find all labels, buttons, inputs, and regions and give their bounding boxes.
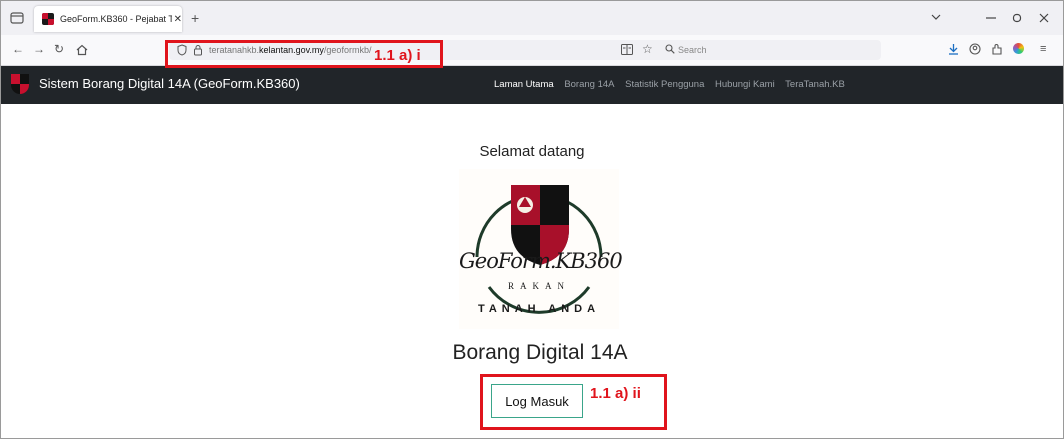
profile-icon[interactable] bbox=[1013, 43, 1024, 54]
tab-list-icon[interactable] bbox=[9, 10, 25, 26]
tab-title: GeoForm.KB360 - Pejabat Tanah bbox=[59, 14, 172, 24]
annotation-login-label: 1.1 a) ii bbox=[590, 385, 641, 402]
site-logo-icon[interactable] bbox=[11, 74, 29, 94]
reload-icon[interactable]: ↻ bbox=[54, 42, 64, 56]
tab-close-icon[interactable]: ✕ bbox=[174, 14, 182, 25]
logo-tagline-text: TANAH ANDA bbox=[477, 303, 601, 315]
logo-script-text: GeoForm.KB360 bbox=[459, 249, 623, 273]
menu-icon[interactable]: ≡ bbox=[1040, 43, 1046, 55]
site-header: Sistem Borang Digital 14A (GeoForm.KB360… bbox=[1, 66, 1063, 104]
browser-window: GeoForm.KB360 - Pejabat Tanah ✕ + ← → ↻ … bbox=[0, 0, 1064, 439]
tab-active[interactable]: GeoForm.KB360 - Pejabat Tanah ✕ bbox=[34, 6, 182, 32]
site-brand[interactable]: Sistem Borang Digital 14A (GeoForm.KB360… bbox=[39, 76, 300, 91]
home-icon[interactable] bbox=[76, 44, 88, 56]
new-tab-button[interactable]: + bbox=[191, 10, 199, 26]
page-heading: Borang Digital 14A bbox=[452, 341, 628, 364]
account-icon[interactable] bbox=[969, 43, 981, 55]
nav-borang-14a[interactable]: Borang 14A bbox=[564, 79, 614, 90]
chevron-down-icon[interactable] bbox=[931, 12, 941, 22]
close-icon[interactable] bbox=[1039, 13, 1049, 23]
download-icon[interactable] bbox=[948, 43, 959, 55]
annotation-login-box bbox=[480, 374, 667, 430]
navigation-toolbar: ← → ↻ teratanahkb.kelantan.gov.my/geofor… bbox=[1, 35, 1063, 66]
tab-strip: GeoForm.KB360 - Pejabat Tanah ✕ + bbox=[1, 1, 1063, 35]
nav-hubungi-kami[interactable]: Hubungi Kami bbox=[715, 79, 775, 90]
welcome-text: Selamat datang bbox=[479, 143, 585, 160]
nav-statistik-pengguna[interactable]: Statistik Pengguna bbox=[625, 79, 704, 90]
minimize-icon[interactable] bbox=[986, 16, 996, 20]
annotation-url-label: 1.1 a) i bbox=[374, 47, 421, 64]
bookmark-star-icon[interactable]: ☆ bbox=[642, 42, 653, 56]
nav-teratanah-kb[interactable]: TeraTanah.KB bbox=[785, 79, 845, 90]
site-nav: Laman Utama Borang 14A Statistik Penggun… bbox=[494, 79, 853, 90]
extensions-icon[interactable] bbox=[991, 43, 1003, 55]
reader-view-icon[interactable] bbox=[621, 44, 633, 55]
logo-rakan-text: RAKAN bbox=[507, 281, 570, 291]
site-favicon-icon bbox=[42, 13, 54, 25]
geoform-logo: GeoForm.KB360 RAKAN TANAH ANDA bbox=[459, 169, 623, 329]
maximize-icon[interactable] bbox=[1012, 13, 1022, 23]
back-icon[interactable]: ← bbox=[12, 42, 24, 56]
search-icon bbox=[665, 44, 675, 54]
forward-icon[interactable]: → bbox=[33, 42, 45, 56]
search-placeholder[interactable]: Search bbox=[678, 45, 707, 55]
nav-laman-utama[interactable]: Laman Utama bbox=[494, 79, 554, 90]
